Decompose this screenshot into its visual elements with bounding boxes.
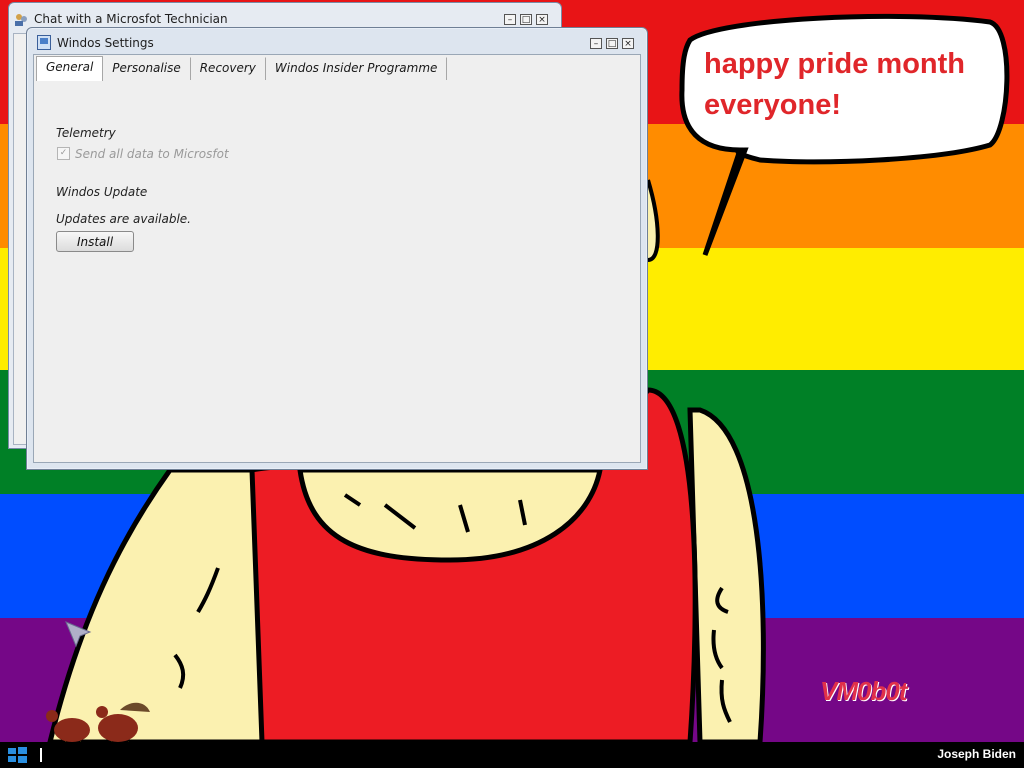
tab-recovery[interactable]: Recovery bbox=[191, 57, 266, 80]
settings-window[interactable]: Windos Settings – □ × General Personalis… bbox=[26, 27, 648, 470]
telemetry-checkbox-label: Send all data to Microsfot bbox=[75, 147, 229, 161]
chat-minimize-button[interactable]: – bbox=[504, 14, 516, 25]
settings-client-area: General Personalise Recovery Windos Insi… bbox=[33, 54, 641, 463]
update-status-text: Updates are available. bbox=[56, 212, 191, 226]
watermark-logo: VM0b0t bbox=[820, 676, 907, 706]
telemetry-heading: Telemetry bbox=[56, 126, 116, 140]
settings-window-title: Windos Settings bbox=[57, 36, 154, 50]
taskbar-user-name: Joseph Biden bbox=[937, 747, 1016, 761]
install-button[interactable]: Install bbox=[56, 231, 134, 252]
windos-update-heading: Windos Update bbox=[56, 185, 148, 199]
settings-tab-bar: General Personalise Recovery Windos Insi… bbox=[36, 56, 448, 81]
speech-bubble-text: happy pride month everyone! bbox=[704, 48, 965, 121]
taskbar: Joseph Biden bbox=[0, 742, 1024, 768]
tab-personalise[interactable]: Personalise bbox=[103, 57, 191, 80]
tab-windos-insider-programme[interactable]: Windos Insider Programme bbox=[266, 57, 448, 80]
chat-people-icon bbox=[14, 12, 28, 26]
chat-maximize-button[interactable]: □ bbox=[520, 14, 532, 25]
windows-logo-icon[interactable] bbox=[6, 746, 28, 764]
telemetry-checkbox[interactable]: ✓ bbox=[57, 147, 70, 160]
chat-close-button[interactable]: × bbox=[536, 14, 548, 25]
chat-window-title: Chat with a Microsfot Technician bbox=[34, 12, 228, 26]
settings-minimize-button[interactable]: – bbox=[590, 38, 602, 49]
settings-window-icon bbox=[37, 35, 51, 50]
taskbar-separator bbox=[40, 748, 42, 762]
tab-general[interactable]: General bbox=[36, 56, 104, 81]
settings-maximize-button[interactable]: □ bbox=[606, 38, 618, 49]
settings-close-button[interactable]: × bbox=[622, 38, 634, 49]
